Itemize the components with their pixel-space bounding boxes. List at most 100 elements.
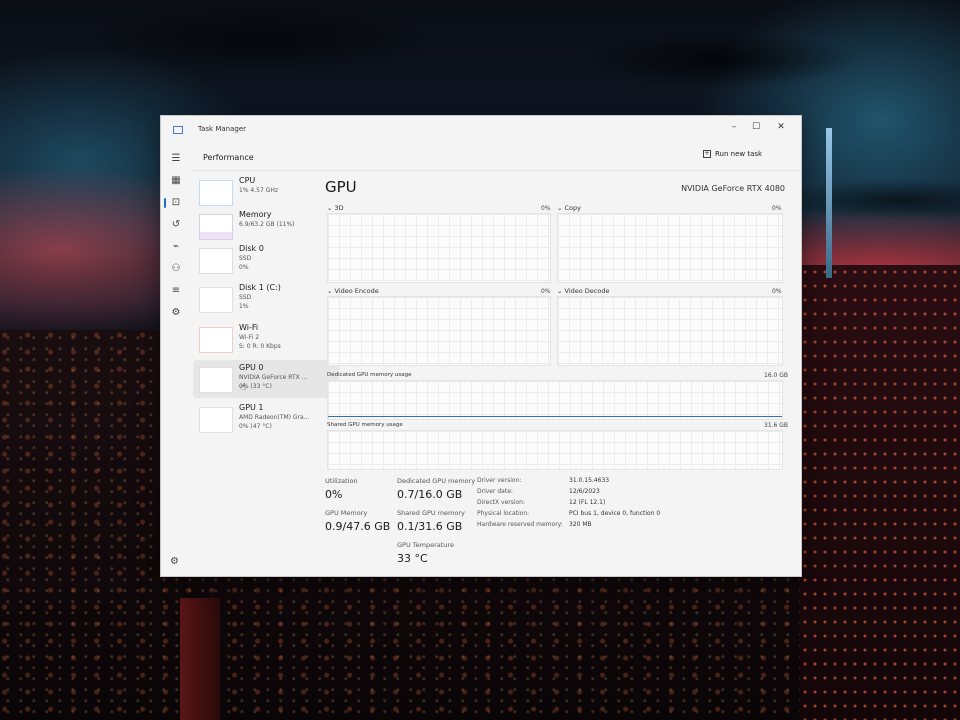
graph-video-decode-percent: 0% [772, 288, 782, 295]
dedicated-memory-graph-max: 16.0 GB [764, 372, 789, 379]
users-icon[interactable]: ⚇ [169, 262, 183, 276]
gpu-temperature-value: 33 °C [397, 552, 428, 565]
dedicated-gpu-memory-label: Dedicated GPU memory [397, 477, 476, 485]
disk-0-mini-graph [199, 248, 233, 274]
sidebar-item-detail: AMD Radeon(TM) Gra... [239, 414, 310, 421]
directx-version-value: 12 (FL 12.1) [569, 499, 606, 506]
performance-sidebar: CPU 1% 4.57 GHz Memory 6.9/63.2 GB (11%)… [191, 171, 341, 461]
gpu-0-mini-graph [199, 367, 233, 393]
sidebar-item-cpu[interactable]: CPU 1% 4.57 GHz [193, 173, 339, 211]
driver-version-value: 31.0.15.4633 [569, 477, 610, 484]
sidebar-item-detail: 6.9/63.2 GB (11%) [239, 221, 295, 228]
sidebar-item-detail: SSD [239, 294, 252, 301]
gpu-detail-panel: GPU NVIDIA GeForce RTX 4080 ⌄ 3D 0% ⌄ Co… [323, 176, 793, 576]
chevron-down-icon: ⌄ [327, 204, 335, 212]
graph-copy-label[interactable]: ⌄ Copy [557, 204, 581, 212]
graph-video-encode [327, 296, 551, 366]
driver-date-value: 12/6/2023 [569, 488, 600, 495]
sidebar-item-value: 1% [239, 303, 249, 310]
wifi-mini-graph [199, 327, 233, 353]
sidebar-item-label: GPU 1 [239, 403, 264, 412]
sidebar-item-label: GPU 0 [239, 363, 264, 372]
processes-icon[interactable]: ▦ [169, 174, 183, 188]
page-title: Performance [203, 153, 254, 162]
page-header: Performance + Run new task ⋯ [191, 142, 813, 171]
graph-copy [557, 213, 783, 283]
dedicated-memory-graph [327, 380, 783, 420]
mouse-cursor-icon: ☝ [240, 382, 247, 393]
sidebar-item-disk-1[interactable]: Disk 1 (C:) SSD 1% [193, 280, 339, 318]
sidebar-item-detail: NVIDIA GeForce RTX ... [239, 374, 308, 381]
sidebar-item-detail: Wi-Fi 2 [239, 334, 260, 341]
run-new-task-button[interactable]: + Run new task [703, 150, 762, 158]
close-button[interactable]: ✕ [768, 118, 794, 136]
sidebar-item-value: S: 0 R: 0 Kbps [239, 343, 281, 350]
sidebar-item-memory[interactable]: Memory 6.9/63.2 GB (11%) [193, 207, 339, 245]
gpu-1-mini-graph [199, 407, 233, 433]
services-icon[interactable]: ⚙ [169, 306, 183, 320]
graph-3d-percent: 0% [541, 205, 551, 212]
performance-icon[interactable]: ⊡ [164, 196, 183, 210]
gpu-memory-value: 0.9/47.6 GB [325, 520, 391, 533]
graph-video-encode-percent: 0% [541, 288, 551, 295]
sidebar-item-gpu-0[interactable]: GPU 0 NVIDIA GeForce RTX ... 0% (33 °C) [193, 360, 339, 398]
chevron-down-icon: ⌄ [557, 287, 565, 295]
hardware-reserved-memory-label: Hardware reserved memory: [477, 521, 563, 528]
sidebar-item-gpu-1[interactable]: GPU 1 AMD Radeon(TM) Gra... 0% (47 °C) [193, 400, 339, 438]
details-icon[interactable]: ≡ [169, 284, 183, 298]
shared-gpu-memory-label: Shared GPU memory [397, 509, 465, 517]
run-task-icon: + [703, 150, 711, 158]
graph-3d-label[interactable]: ⌄ 3D [327, 204, 344, 212]
sidebar-item-label: Disk 1 (C:) [239, 283, 281, 292]
dedicated-memory-graph-label: Dedicated GPU memory usage [327, 372, 412, 378]
hardware-reserved-memory-value: 320 MB [569, 521, 592, 528]
gpu-model-name: NVIDIA GeForce RTX 4080 [681, 184, 785, 193]
app-history-icon[interactable]: ↺ [169, 218, 183, 232]
hamburger-icon[interactable]: ☰ [169, 152, 183, 166]
shared-memory-graph-max: 31.6 GB [764, 422, 789, 429]
driver-version-label: Driver version: [477, 477, 522, 484]
dedicated-memory-line [328, 416, 782, 417]
dedicated-gpu-memory-value: 0.7/16.0 GB [397, 488, 463, 501]
skyscraper [800, 265, 960, 720]
chevron-down-icon: ⌄ [557, 204, 565, 212]
red-tower [180, 598, 220, 720]
gpu-title: GPU [325, 178, 357, 196]
sidebar-item-disk-0[interactable]: Disk 0 SSD 0% [193, 241, 339, 279]
shared-memory-graph [327, 430, 783, 470]
utilization-value: 0% [325, 488, 343, 501]
sidebar-item-label: Disk 0 [239, 244, 264, 253]
sidebar-item-wifi[interactable]: Wi-Fi Wi-Fi 2 S: 0 R: 0 Kbps [193, 320, 339, 358]
window-title: Task Manager [198, 125, 247, 133]
sidebar-item-label: Wi-Fi [239, 323, 259, 332]
driver-date-label: Driver date: [477, 488, 513, 495]
sidebar-item-value: 0% [239, 264, 249, 271]
graph-copy-percent: 0% [772, 205, 782, 212]
shared-memory-graph-label: Shared GPU memory usage [327, 422, 403, 428]
task-manager-window: Task Manager – ☐ ✕ ☰ ▦ ⊡ ↺ ⌁ ⚇ ≡ ⚙ Perfo… [160, 115, 813, 577]
more-options-button[interactable]: ⋯ [803, 148, 813, 159]
physical-location-value: PCI bus 1, device 0, function 0 [569, 510, 661, 517]
settings-icon[interactable]: ⚙ [170, 556, 179, 567]
chevron-down-icon: ⌄ [327, 287, 335, 295]
cpu-mini-graph [199, 180, 233, 206]
startup-apps-icon[interactable]: ⌁ [169, 240, 183, 254]
sidebar-item-value: 0% (47 °C) [239, 423, 272, 430]
sidebar-item-detail: SSD [239, 255, 252, 262]
sidebar-item-detail: 1% 4.57 GHz [239, 187, 279, 194]
memory-mini-graph [199, 214, 233, 240]
graph-video-decode-label[interactable]: ⌄ Video Decode [557, 287, 609, 295]
title-bar[interactable]: Task Manager – ☐ ✕ [161, 116, 801, 142]
disk-1-mini-graph [199, 287, 233, 313]
task-manager-icon [173, 126, 183, 134]
shared-gpu-memory-value: 0.1/31.6 GB [397, 520, 463, 533]
gpu-memory-label: GPU Memory [325, 509, 368, 517]
run-new-task-label: Run new task [715, 150, 763, 158]
sidebar-item-label: Memory [239, 210, 272, 219]
sidebar-item-label: CPU [239, 176, 256, 185]
directx-version-label: DirectX version: [477, 499, 525, 506]
utilization-label: Utilization [325, 477, 358, 485]
graph-3d [327, 213, 551, 283]
graph-video-encode-label[interactable]: ⌄ Video Encode [327, 287, 379, 295]
maximize-button[interactable]: ☐ [743, 118, 769, 136]
